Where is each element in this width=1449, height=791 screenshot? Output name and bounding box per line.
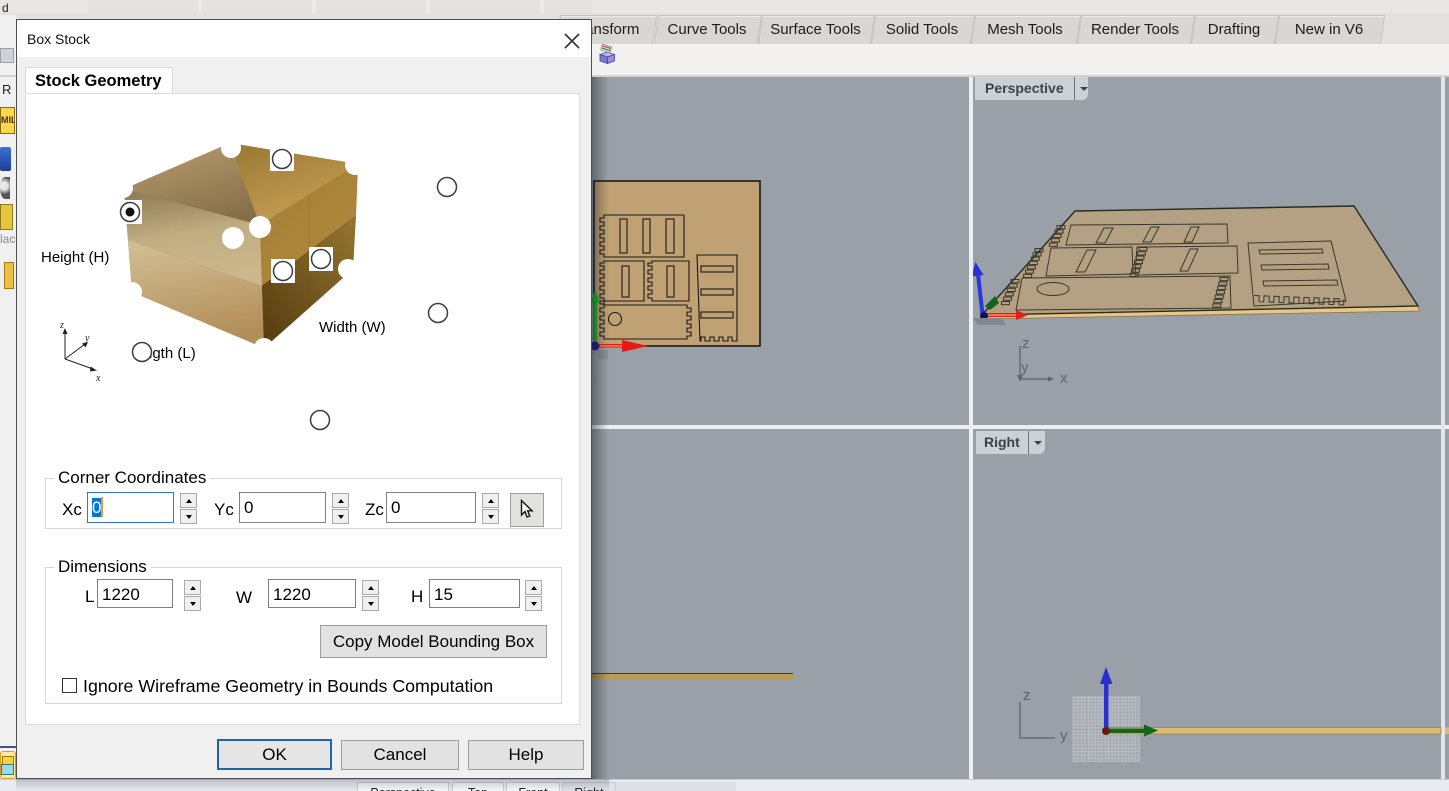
svg-text:Width (W): Width (W) bbox=[319, 319, 386, 336]
svg-text:y: y bbox=[1060, 727, 1068, 744]
svg-text:z: z bbox=[59, 320, 64, 331]
svg-text:z: z bbox=[1023, 687, 1031, 704]
svg-text:z: z bbox=[1022, 335, 1030, 352]
svg-text:Height (H): Height (H) bbox=[41, 249, 109, 266]
svg-text:x: x bbox=[95, 373, 101, 384]
svg-text:y: y bbox=[84, 333, 90, 344]
svg-text:y: y bbox=[1021, 359, 1029, 376]
svg-text:x: x bbox=[1060, 370, 1068, 387]
